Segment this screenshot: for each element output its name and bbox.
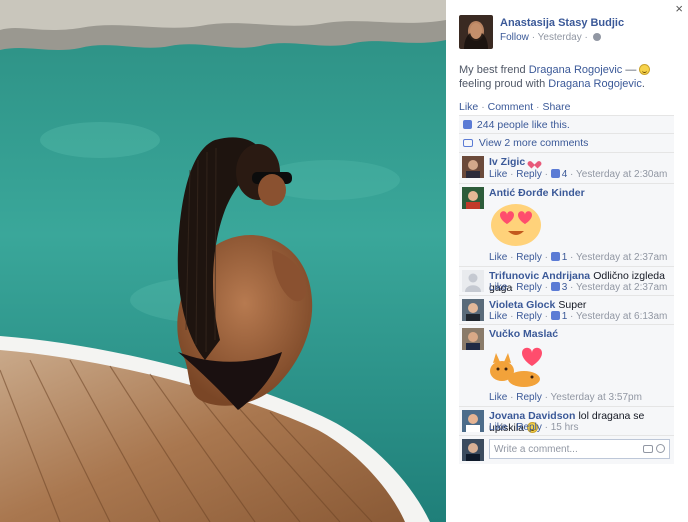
comment-time[interactable]: Yesterday at 2:37am <box>576 282 667 293</box>
heart-icon <box>530 158 539 166</box>
comment-meta: Like · Reply · 1 · Yesterday at 2:37am <box>489 252 668 263</box>
commenter-name[interactable]: Trifunovic Andrijana <box>489 270 590 282</box>
tag-link-1[interactable]: Dragana Rogojevic <box>529 64 623 76</box>
comment-meta: Like · Reply · 3 · Yesterday at 2:37am <box>489 282 668 293</box>
comment-time[interactable]: Yesterday at 2:30am <box>576 169 667 180</box>
comment-text: Super <box>558 299 587 311</box>
comment-reply-link[interactable]: Reply <box>516 252 542 263</box>
comment-meta: Like · Reply · Yesterday at 3:57pm <box>489 392 642 403</box>
comment: Jovana Davidson lol dragana se upiskila … <box>459 406 674 435</box>
comment-like-count[interactable]: 3 <box>562 282 568 293</box>
caption-text: My best frend <box>459 64 526 76</box>
commenter-name[interactable]: Violeta Glock <box>489 299 555 311</box>
post-header: Anastasija Stasy Budjic Follow · Yesterd… <box>459 15 679 51</box>
comment-link[interactable]: Comment <box>488 101 534 113</box>
emoji-icon[interactable] <box>656 444 665 453</box>
like-link[interactable]: Like <box>459 101 478 113</box>
comment-reply-link[interactable]: Reply <box>516 169 542 180</box>
comment: Trifunovic Andrijana Odlično izgleda gag… <box>459 266 674 295</box>
write-comment-row: Write a comment... <box>459 435 674 464</box>
meta-separator-2: · <box>584 32 588 43</box>
caption-dash: — <box>625 64 637 76</box>
comment-like-link[interactable]: Like <box>489 422 507 433</box>
commenter-name[interactable]: Jovana Davidson <box>489 410 575 422</box>
comment: Violeta Glock Super Like · Reply · 1 · Y… <box>459 295 674 324</box>
post-time[interactable]: Yesterday <box>538 32 582 43</box>
commenter-avatar[interactable] <box>462 410 484 432</box>
post-actions: Like · Comment · Share <box>459 101 571 113</box>
comment-body: Antić Đorđe Kinder <box>489 187 671 199</box>
thumbs-up-icon <box>550 282 560 291</box>
action-sep: · <box>481 101 485 113</box>
comment-reply-link[interactable]: Reply <box>516 392 542 403</box>
post-meta: Follow · Yesterday · <box>500 32 601 43</box>
commenter-avatar[interactable] <box>462 328 484 350</box>
view-more-comments[interactable]: View 2 more comments <box>459 133 674 152</box>
commenter-name[interactable]: Antić Đorđe Kinder <box>489 187 585 199</box>
comment-body: Vučko Maslać <box>489 328 671 340</box>
comment-like-link[interactable]: Like <box>489 252 507 263</box>
comment-like-count[interactable]: 1 <box>562 252 568 263</box>
commenter-avatar[interactable] <box>462 187 484 209</box>
tag-link-2[interactable]: Dragana Rogojevic <box>548 78 642 90</box>
comment-time[interactable]: Yesterday at 3:57pm <box>551 392 642 403</box>
comment-body: Violeta Glock Super <box>489 299 671 311</box>
comment-time[interactable]: Yesterday at 6:13am <box>576 311 667 322</box>
thumbs-up-icon <box>463 120 472 129</box>
comment-like-link[interactable]: Like <box>489 169 507 180</box>
follow-link[interactable]: Follow <box>500 32 529 43</box>
post-photo[interactable] <box>0 0 446 522</box>
comment: Vučko Maslać Like · Reply · Yesterday at… <box>459 324 674 406</box>
action-sep: · <box>536 101 540 113</box>
comment-reply-link[interactable]: Reply <box>516 422 542 433</box>
likes-count[interactable]: 244 people like this. <box>477 119 570 131</box>
comment: Antić Đorđe Kinder Like · Reply · 1 · Ye… <box>459 183 674 266</box>
comment-body: Iv Zigic <box>489 156 671 168</box>
comment-reply-link[interactable]: Reply <box>516 311 542 322</box>
comment-like-link[interactable]: Like <box>489 311 507 322</box>
commenter-name[interactable]: Iv Zigic <box>489 156 525 168</box>
comment-like-link[interactable]: Like <box>489 282 507 293</box>
comment-input[interactable]: Write a comment... <box>489 439 670 459</box>
commenter-avatar[interactable] <box>462 270 484 292</box>
heart-eyes-sticker <box>491 204 541 246</box>
caption-end: . <box>641 78 645 90</box>
globe-icon[interactable] <box>592 33 601 41</box>
view-more-label[interactable]: View 2 more comments <box>479 137 589 149</box>
comment-time[interactable]: 15 hrs <box>551 422 579 433</box>
cats-heart-sticker <box>490 347 542 387</box>
comment-meta: Like · Reply · 4 · Yesterday at 2:30am <box>489 169 668 180</box>
viewer-avatar <box>462 439 484 461</box>
commenter-avatar[interactable] <box>462 299 484 321</box>
comment: Iv Zigic Like · Reply · 4 · Yesterday at… <box>459 152 674 183</box>
commenter-avatar[interactable] <box>462 156 484 178</box>
camera-icon[interactable] <box>643 445 653 453</box>
comment-time[interactable]: Yesterday at 2:37am <box>576 252 667 263</box>
caption-feeling: feeling proud with <box>459 78 546 90</box>
author-name[interactable]: Anastasija Stasy Budjic <box>500 17 624 29</box>
comment-bubble-icon <box>463 139 473 147</box>
comment-like-link[interactable]: Like <box>489 392 507 403</box>
thumbs-up-icon <box>550 169 560 178</box>
commenter-name[interactable]: Vučko Maslać <box>489 328 558 340</box>
comment-like-count[interactable]: 4 <box>562 169 568 180</box>
author-avatar[interactable] <box>459 15 493 49</box>
comments-block: 244 people like this. View 2 more commen… <box>459 115 674 464</box>
comment-input-placeholder: Write a comment... <box>494 444 578 455</box>
photo-viewer <box>0 0 446 522</box>
smiley-icon <box>639 64 651 75</box>
comment-meta: Like · Reply · 15 hrs <box>489 422 579 433</box>
thumbs-up-icon <box>550 252 560 261</box>
comment-like-count[interactable]: 1 <box>562 311 568 322</box>
post-caption: My best frend Dragana Rogojevic — feelin… <box>459 63 681 91</box>
thumbs-up-icon <box>550 311 560 320</box>
likes-summary: 244 people like this. <box>459 115 674 133</box>
share-link[interactable]: Share <box>542 101 570 113</box>
meta-separator: · <box>531 32 536 43</box>
comment-reply-link[interactable]: Reply <box>516 282 542 293</box>
close-icon[interactable]: × <box>675 2 683 16</box>
comment-meta: Like · Reply · 1 · Yesterday at 6:13am <box>489 311 668 322</box>
